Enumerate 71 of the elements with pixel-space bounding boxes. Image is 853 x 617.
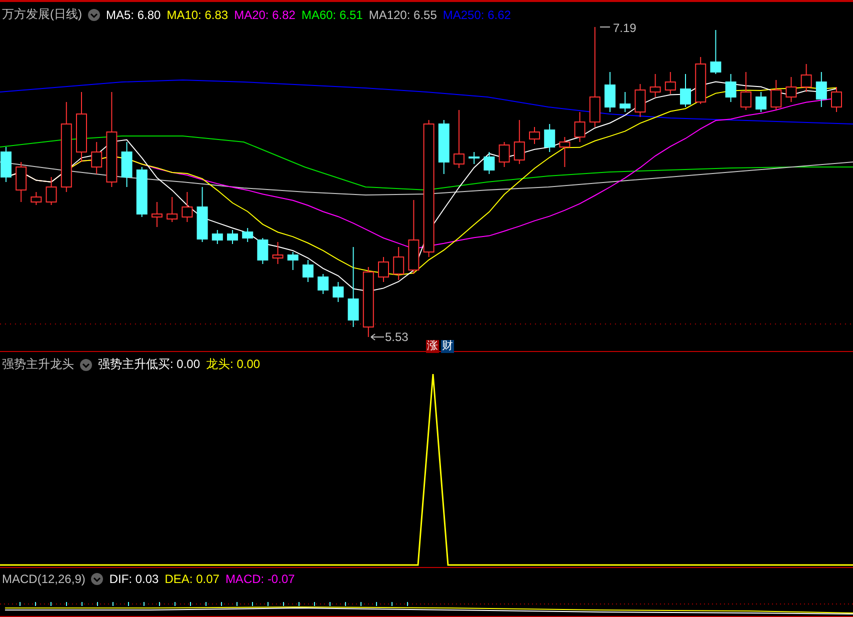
candlestick: [30, 192, 42, 206]
candlestick: [16, 162, 27, 202]
candlestick: [136, 166, 148, 218]
indicator-value: MA5: 6.80: [106, 8, 161, 22]
candlestick: [438, 120, 450, 174]
indicator-title: MACD(12,26,9): [2, 572, 86, 586]
candlestick: [725, 74, 736, 102]
candlestick: [740, 72, 752, 110]
candlestick: [318, 274, 329, 294]
candlestick: [362, 266, 374, 338]
candlestick: [831, 86, 842, 112]
tag[interactable]: 涨: [426, 340, 439, 353]
candlestick: [46, 176, 57, 206]
indicator-value: MACD: -0.07: [225, 572, 295, 586]
candlestick: [332, 282, 344, 302]
candlestick: [152, 202, 162, 228]
candlestick: [196, 186, 208, 242]
candlestick: [468, 152, 480, 164]
tag[interactable]: 财: [441, 340, 454, 353]
candlestick: [634, 84, 646, 118]
candlestick: [756, 92, 766, 112]
chevron-down-icon[interactable]: [88, 8, 100, 20]
indicator-value: MA60: 6.51: [301, 8, 363, 22]
candlestick: [378, 256, 389, 282]
candlestick: [498, 142, 510, 168]
candlestick: [257, 238, 268, 264]
indicator-value: MA120: 6.55: [368, 8, 437, 22]
indicator-title: 强势主升龙头: [2, 356, 74, 373]
candlestick: [212, 230, 223, 244]
candlestick: [664, 72, 676, 94]
candlestick: [454, 110, 464, 168]
indicator-value: DEA: 0.07: [164, 572, 220, 586]
candlestick: [484, 152, 495, 174]
indicator-value: 龙头: 0.00: [206, 356, 260, 373]
candlestick: [574, 112, 586, 142]
candlestick: [710, 30, 722, 74]
chevron-down-icon[interactable]: [80, 358, 92, 370]
candlestick: [166, 196, 178, 222]
candlestick: [559, 136, 570, 168]
candlestick: [770, 80, 782, 110]
candlestick: [529, 126, 540, 144]
price-high-label: 7.19: [613, 21, 636, 35]
candlestick: [816, 72, 827, 108]
price-low-label: 5.53: [385, 330, 408, 344]
candlestick: [393, 246, 404, 280]
indicator-value: MA10: 6.83: [166, 8, 228, 22]
candlestick: [242, 228, 254, 242]
candlestick: [182, 192, 193, 222]
candlestick: [0, 146, 12, 182]
candlestick: [121, 142, 132, 188]
candlestick: [544, 124, 556, 152]
candlestick: [680, 74, 691, 108]
indicator-value: DIF: 0.03: [109, 572, 159, 586]
candlestick: [76, 92, 87, 162]
candlestick: [800, 64, 812, 92]
candlestick: [604, 72, 616, 112]
candlestick: [91, 142, 102, 174]
candlestick: [272, 242, 284, 264]
candlestick: [227, 230, 238, 244]
candlestick: [302, 260, 314, 282]
candlestick: [695, 56, 706, 104]
indicator-value: 强势主升低买: 0.00: [98, 356, 200, 373]
indicator-value: MA20: 6.82: [234, 8, 296, 22]
candlestick: [514, 120, 525, 164]
chevron-down-icon[interactable]: [91, 573, 104, 585]
candlestick: [620, 92, 631, 112]
candlestick: [287, 252, 298, 270]
candlestick: [650, 74, 661, 98]
indicator-value: MA250: 6.62: [442, 8, 511, 22]
indicator-title: 万方发展(日线): [2, 6, 82, 23]
candlestick: [786, 76, 797, 102]
